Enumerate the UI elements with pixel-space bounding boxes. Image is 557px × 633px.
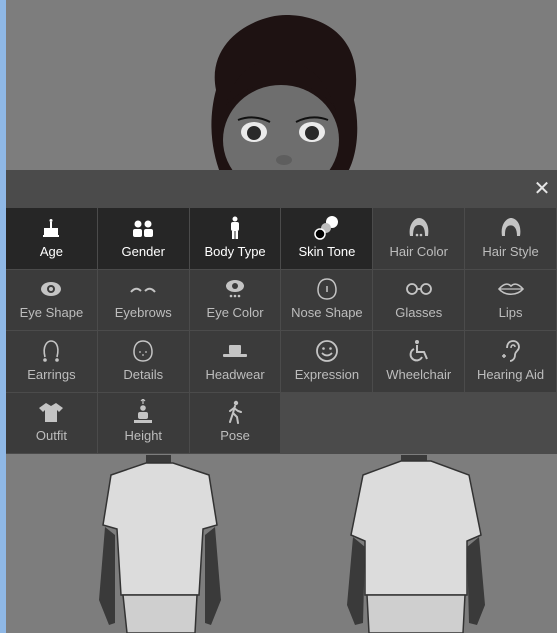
eye-color-icon bbox=[223, 277, 247, 301]
panel-header: ✕ bbox=[6, 170, 557, 208]
trait-tile-expression[interactable]: Expression bbox=[281, 331, 373, 392]
trait-tile-details[interactable]: Details bbox=[97, 331, 189, 392]
trait-tile-eyebrows[interactable]: Eyebrows bbox=[97, 269, 189, 330]
lips-icon bbox=[497, 277, 525, 301]
trait-tile-gender[interactable]: Gender bbox=[97, 208, 189, 269]
trait-label: Eyebrows bbox=[114, 305, 172, 320]
trait-label: Lips bbox=[498, 305, 523, 320]
trait-label: Hair Style bbox=[482, 243, 539, 259]
trait-label: Expression bbox=[294, 366, 360, 382]
trait-label: Height bbox=[124, 428, 163, 443]
hat-icon bbox=[221, 339, 249, 363]
trait-tile-nose-shape[interactable]: Nose Shape bbox=[281, 269, 373, 330]
trait-label: Glasses bbox=[395, 305, 443, 320]
hair-style-icon bbox=[499, 216, 523, 240]
glasses-icon bbox=[405, 277, 433, 301]
height-icon bbox=[132, 399, 154, 424]
close-icon[interactable]: ✕ bbox=[531, 178, 553, 200]
trait-tile-body-type[interactable]: Body Type bbox=[189, 208, 281, 269]
trait-label: Outfit bbox=[35, 428, 67, 443]
smile-icon bbox=[315, 339, 339, 363]
trait-label: Gender bbox=[121, 243, 165, 259]
trait-tile-skin-tone[interactable]: Skin Tone bbox=[281, 208, 373, 269]
body-icon bbox=[227, 216, 243, 240]
trait-tile-wheelchair[interactable]: Wheelchair bbox=[373, 331, 465, 392]
trait-label: Details bbox=[123, 366, 164, 382]
shirt-icon bbox=[38, 400, 64, 424]
trait-label: Earrings bbox=[27, 366, 76, 382]
earrings-icon bbox=[40, 339, 62, 363]
trait-label: Age bbox=[39, 243, 63, 259]
trait-tile-lips[interactable]: Lips bbox=[465, 269, 556, 330]
trait-label: Hair Color bbox=[389, 243, 448, 259]
trait-label: Nose Shape bbox=[291, 305, 363, 320]
wheelchair-icon bbox=[407, 339, 431, 363]
trait-tile-headwear[interactable]: Headwear bbox=[189, 331, 281, 392]
nose-icon bbox=[316, 277, 338, 301]
trait-tile-hair-style[interactable]: Hair Style bbox=[465, 208, 556, 269]
eyebrows-icon bbox=[129, 277, 157, 301]
trait-tile-pose[interactable]: Pose bbox=[189, 392, 281, 453]
avatar-head-illustration bbox=[211, 15, 358, 180]
trait-label: Body Type bbox=[204, 243, 266, 259]
trait-tile-height[interactable]: Height bbox=[97, 392, 189, 453]
skin-tone-icon bbox=[313, 215, 341, 240]
eye-shape-icon bbox=[39, 277, 63, 301]
trait-grid: Age Gender Body Type Skin Tone Hair Color Hai… bbox=[6, 208, 557, 454]
trait-label: Pose bbox=[220, 428, 250, 443]
trait-label: Eye Color bbox=[206, 305, 264, 320]
hearing-aid-icon bbox=[499, 339, 523, 363]
trait-label: Hearing Aid bbox=[476, 366, 545, 382]
trait-tile-hair-color[interactable]: Hair Color bbox=[373, 208, 465, 269]
avatar-body-broad bbox=[347, 455, 485, 633]
cake-icon bbox=[40, 216, 62, 240]
trait-label: Skin Tone bbox=[298, 243, 356, 259]
trait-tile-eye-color[interactable]: Eye Color bbox=[189, 269, 281, 330]
trait-picker-panel: ✕ Age Gender Body Type Skin Tone Hair Color H… bbox=[6, 170, 557, 454]
trait-label: Eye Shape bbox=[19, 305, 84, 320]
trait-tile-eye-shape[interactable]: Eye Shape bbox=[6, 269, 97, 330]
people-icon bbox=[131, 216, 155, 240]
trait-label: Headwear bbox=[205, 366, 265, 382]
details-icon bbox=[132, 339, 154, 363]
trait-tile-hearing-aid[interactable]: Hearing Aid bbox=[465, 331, 556, 392]
walking-icon bbox=[226, 400, 244, 424]
trait-tile-age[interactable]: Age bbox=[6, 208, 97, 269]
avatar-body-slim bbox=[99, 455, 221, 633]
hair-color-icon bbox=[407, 216, 431, 240]
trait-tile-earrings[interactable]: Earrings bbox=[6, 331, 97, 392]
trait-label: Wheelchair bbox=[386, 366, 452, 382]
trait-tile-glasses[interactable]: Glasses bbox=[373, 269, 465, 330]
trait-tile-outfit[interactable]: Outfit bbox=[6, 392, 97, 453]
